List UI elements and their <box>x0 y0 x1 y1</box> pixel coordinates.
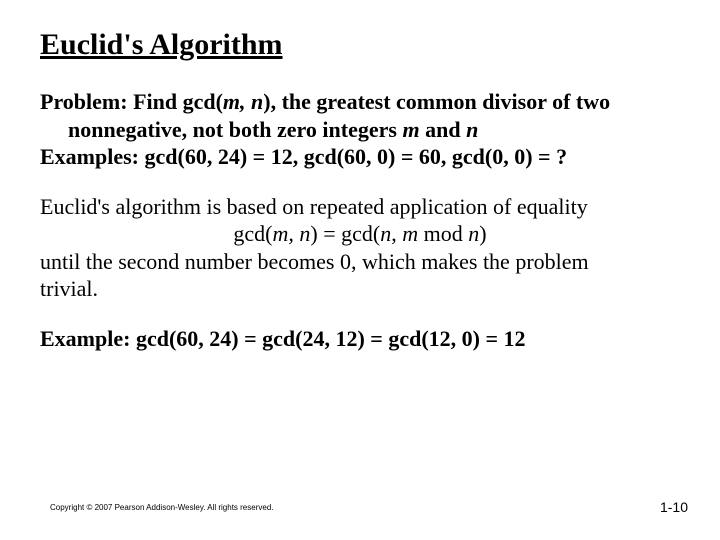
f-mod: mod <box>418 221 468 246</box>
f-comma: , <box>391 221 402 246</box>
problem-statement: Problem: Find gcd(m, n), the greatest co… <box>40 88 680 143</box>
examples-line: Examples: gcd(60, 24) = 12, gcd(60, 0) =… <box>40 143 680 171</box>
f-n2: n <box>468 221 479 246</box>
f-p1: gcd( <box>233 221 272 246</box>
slide-body: Problem: Find gcd(m, n), the greatest co… <box>40 88 680 352</box>
f-n: n <box>380 221 391 246</box>
examples-text: Examples: gcd(60, 24) = 12, gcd(60, 0) =… <box>40 144 567 169</box>
desc-line-1: Euclid's algorithm is based on repeated … <box>40 193 680 221</box>
slide: Euclid's Algorithm Problem: Find gcd(m, … <box>0 0 720 540</box>
page-number: 1-10 <box>660 499 688 515</box>
f-p2: ) = gcd( <box>310 221 380 246</box>
problem-block: Problem: Find gcd(m, n), the greatest co… <box>40 88 680 171</box>
example-block: Example: gcd(60, 24) = gcd(24, 12) = gcd… <box>40 325 680 353</box>
var-n: n <box>466 117 478 142</box>
f-mn: m, n <box>273 221 311 246</box>
desc-line-2a: until the second number becomes 0, which… <box>40 248 680 276</box>
copyright-text: Copyright © 2007 Pearson Addison-Wesley.… <box>50 503 274 512</box>
formula-line: gcd(m, n) = gcd(n, m mod n) <box>40 220 680 248</box>
slide-title: Euclid's Algorithm <box>40 28 680 62</box>
desc-line-2b: trivial. <box>40 275 680 303</box>
f-m: m <box>402 221 418 246</box>
var-m: m <box>402 117 419 142</box>
f-p3: ) <box>479 221 486 246</box>
problem-label: Problem: Find gcd( <box>40 89 223 114</box>
description-block: Euclid's algorithm is based on repeated … <box>40 193 680 303</box>
problem-and: and <box>420 117 466 142</box>
var-mn: m, n <box>223 89 263 114</box>
